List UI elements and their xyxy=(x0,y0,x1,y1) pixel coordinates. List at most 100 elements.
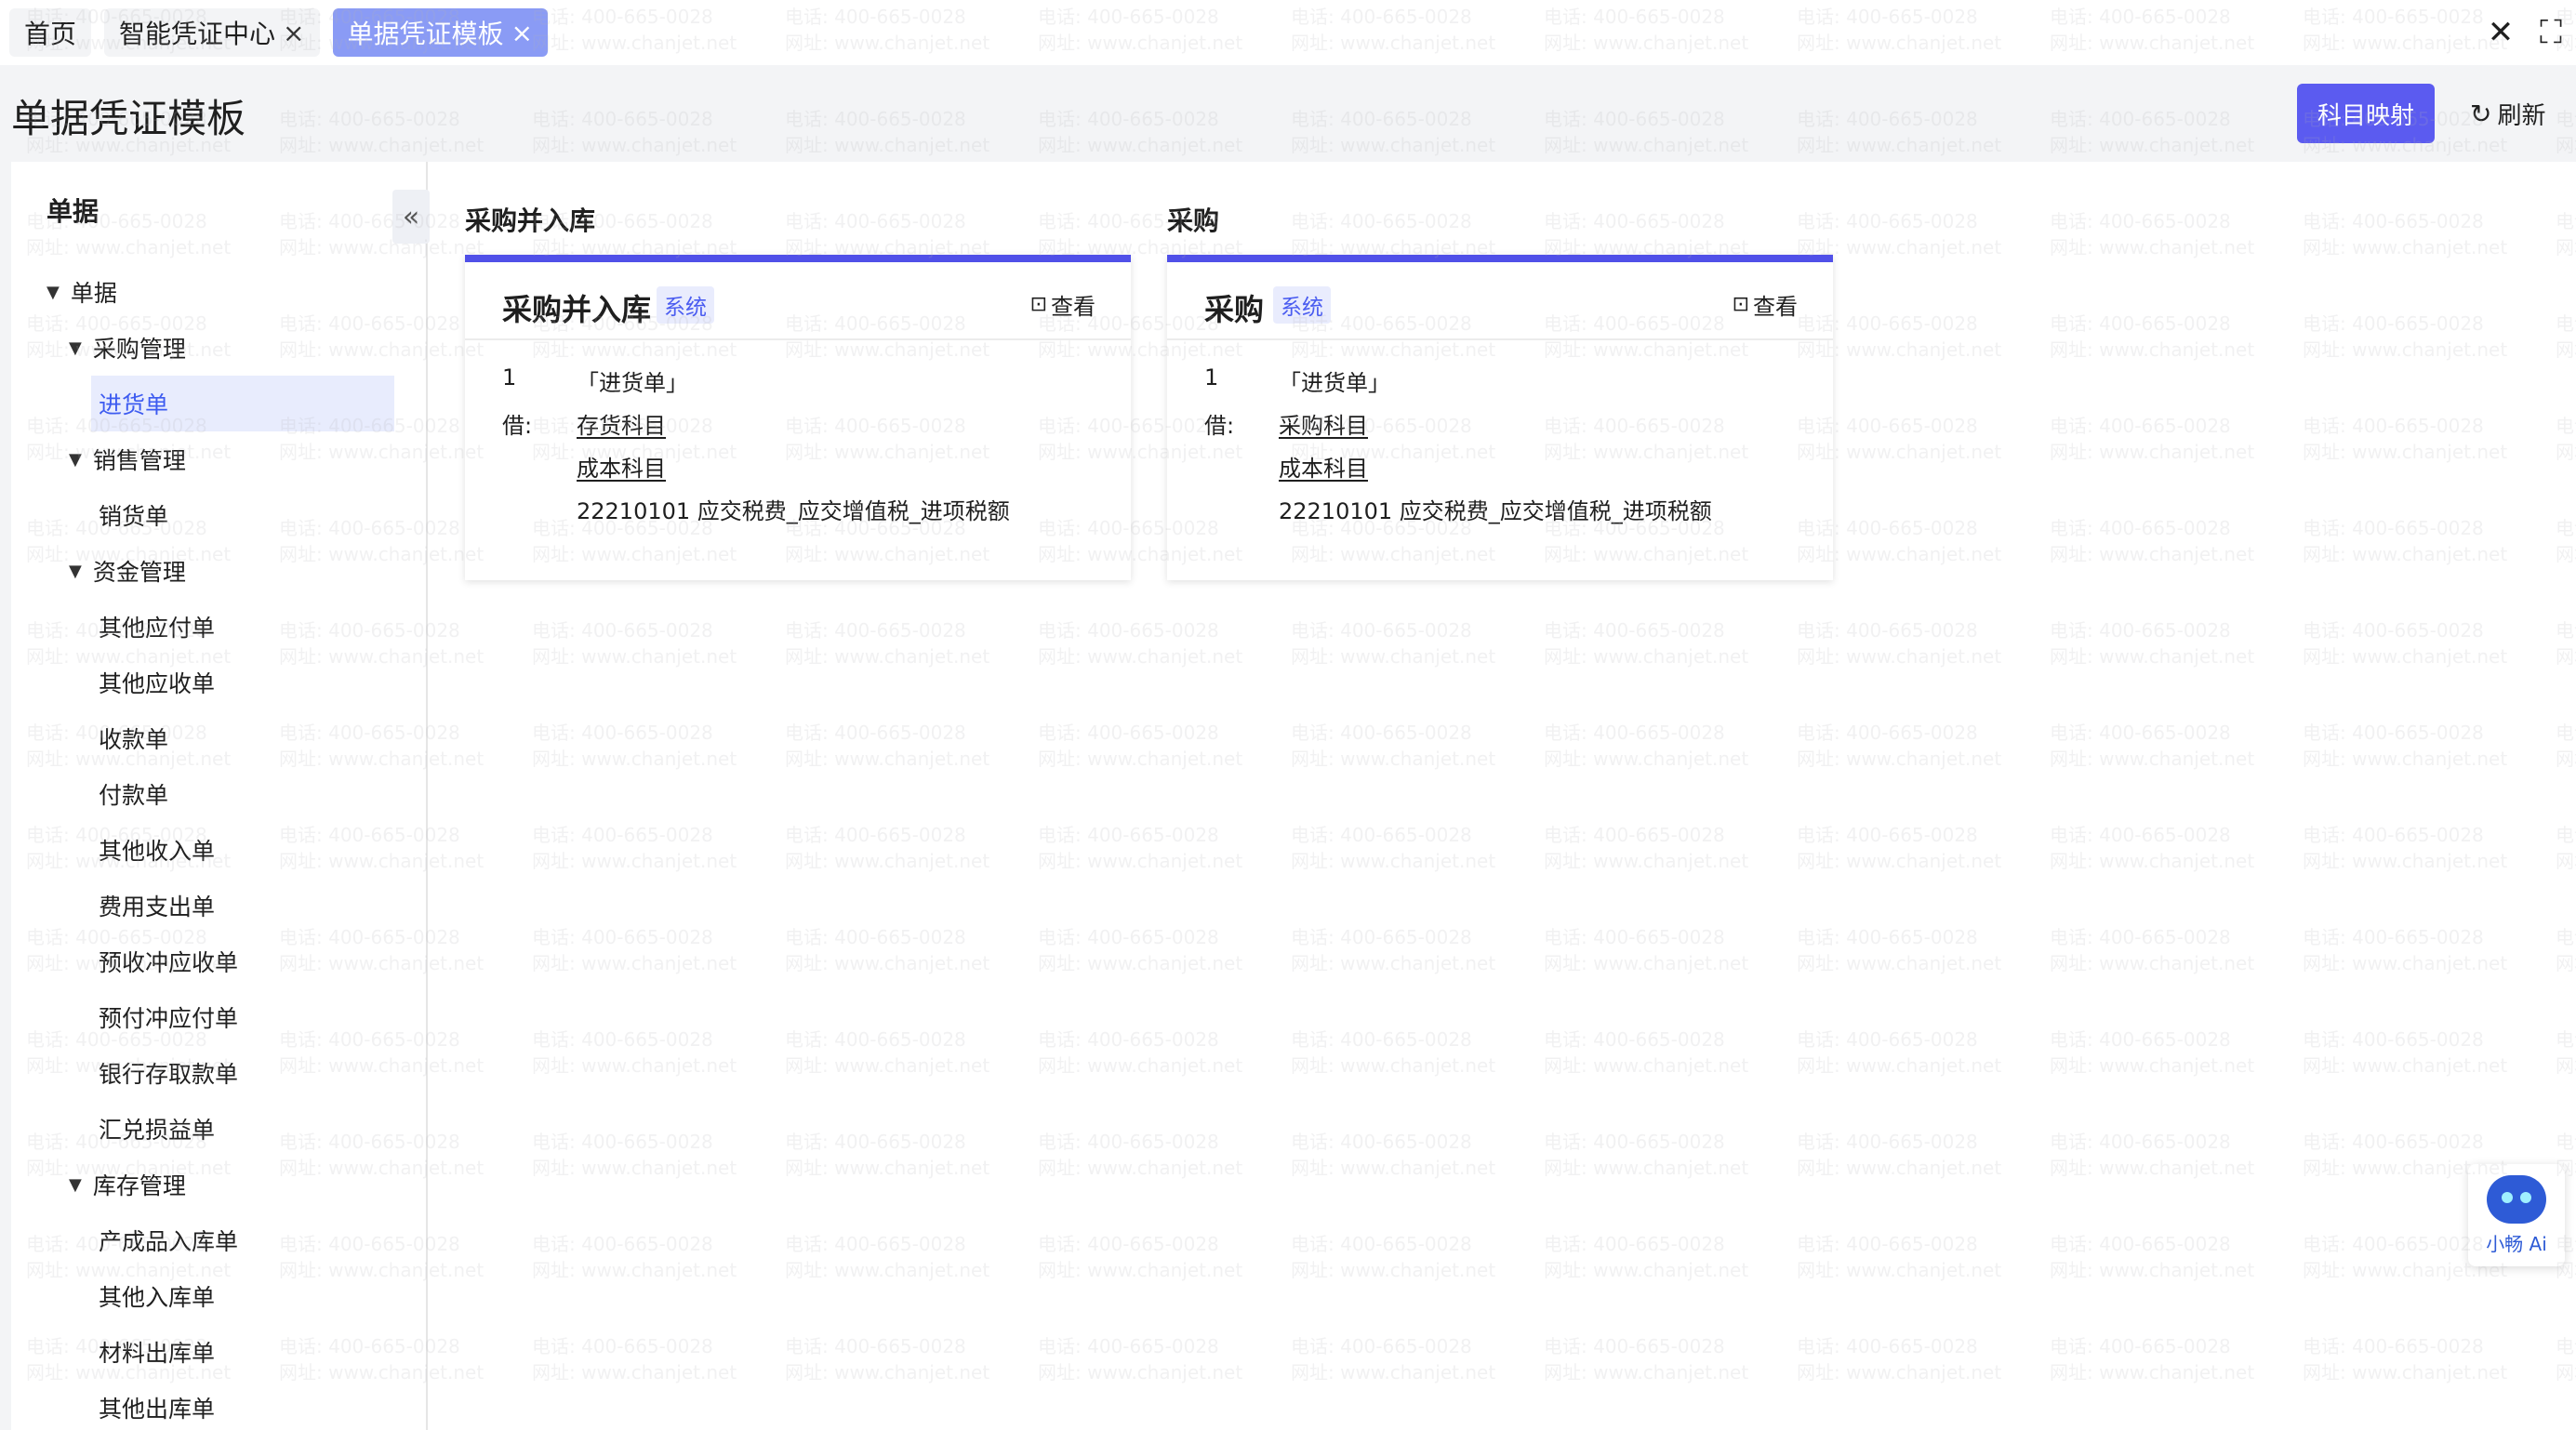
system-badge: 系统 xyxy=(1273,286,1331,324)
document-name: 「进货单」 xyxy=(577,370,688,396)
sidebar-item-label: 资金管理 xyxy=(92,559,186,586)
caret-down-icon[interactable]: ▼ xyxy=(69,1175,82,1195)
system-badge: 系统 xyxy=(657,286,714,324)
page-title: 单据凭证模板 xyxy=(11,96,246,141)
sidebar-item[interactable]: 预付冲应付单 xyxy=(99,989,238,1045)
tab-label: 首页 xyxy=(24,19,77,49)
sidebar-item[interactable]: 收款单 xyxy=(99,710,168,766)
caret-down-icon[interactable]: ▼ xyxy=(69,562,82,581)
page-header: 单据凭证模板 科目映射 ↻ 刷新 xyxy=(0,65,2576,162)
tax-account-line: 22210101 应交税费_应交增值税_进项税额 xyxy=(1279,498,1712,524)
sidebar-item[interactable]: 银行存取款单 xyxy=(99,1045,238,1101)
sidebar-item-label: 库存管理 xyxy=(92,1172,186,1199)
sidebar-item[interactable]: 其他应付单 xyxy=(99,599,215,655)
sidebar-item-label: 预收冲应收单 xyxy=(99,949,239,976)
row-number: 1 xyxy=(502,364,517,391)
window-controls: ✕ ⛶ xyxy=(2476,0,2576,65)
debit-label: 借: xyxy=(1204,413,1235,439)
tax-account-line: 22210101 应交税费_应交增值税_进项税额 xyxy=(577,498,1010,524)
sidebar-item-label: 单据 xyxy=(70,280,117,307)
double-chevron-left-icon[interactable]: « xyxy=(392,190,430,244)
sidebar-item-label: 其他应收单 xyxy=(99,670,216,697)
row-number: 1 xyxy=(1204,364,1219,391)
view-label: 查看 xyxy=(1753,294,1798,320)
tab-label: 智能凭证中心 xyxy=(119,19,276,49)
sidebar-item[interactable]: 其他收入单 xyxy=(99,822,215,878)
group-title: 采购并入库 xyxy=(465,205,596,236)
account-link[interactable]: 成本科目 xyxy=(577,450,666,483)
sidebar-item[interactable]: ▼ 销售管理 xyxy=(69,431,186,487)
sidebar-item[interactable]: ▼ 资金管理 xyxy=(69,543,186,599)
sidebar-item-label: 进货单 xyxy=(99,391,169,418)
refresh-button[interactable]: ↻ 刷新 xyxy=(2470,84,2545,143)
sidebar-item-label: 销货单 xyxy=(99,503,169,530)
robot-icon xyxy=(2487,1174,2546,1224)
voucher-template-card[interactable]: 采购并入库 系统 ⊡ 查看 1 「进货单」 借: 存货科目 成本科目 22210… xyxy=(465,255,1131,580)
sidebar-item-label: 其他入库单 xyxy=(99,1284,216,1311)
ai-assistant-button[interactable]: 小畅 Ai xyxy=(2468,1164,2565,1266)
tab-smart-voucher-center[interactable]: 智能凭证中心 × xyxy=(104,8,320,57)
caret-down-icon[interactable]: ▼ xyxy=(69,450,82,470)
sidebar-item-label: 费用支出单 xyxy=(99,894,216,920)
view-icon: ⊡ xyxy=(1732,293,1749,316)
document-name: 「进货单」 xyxy=(1279,370,1390,396)
sidebar-item[interactable]: 汇兑损益单 xyxy=(99,1101,215,1157)
refresh-label: 刷新 xyxy=(2497,101,2546,130)
sidebar-item[interactable]: 其他入库单 xyxy=(99,1268,215,1324)
card-title: 采购并入库 xyxy=(502,292,652,327)
account-mapping-button[interactable]: 科目映射 xyxy=(2297,84,2435,143)
sidebar-item-label: 材料出库单 xyxy=(99,1340,216,1367)
expand-icon[interactable]: ⛶ xyxy=(2526,7,2576,58)
close-icon[interactable]: × xyxy=(511,18,533,48)
sidebar-item[interactable]: 费用支出单 xyxy=(99,878,215,933)
tab-document-voucher-template[interactable]: 单据凭证模板 × xyxy=(332,8,548,57)
sidebar-item-label: 收款单 xyxy=(99,726,169,753)
view-button[interactable]: ⊡ 查看 xyxy=(1733,288,1798,321)
sidebar-item[interactable]: 销货单 xyxy=(99,487,168,543)
view-icon: ⊡ xyxy=(1029,293,1047,316)
sidebar-item-label: 其他应付单 xyxy=(99,615,216,642)
account-link[interactable]: 存货科目 xyxy=(577,407,666,440)
card-title: 采购 xyxy=(1204,292,1265,327)
group-title: 采购 xyxy=(1167,205,1220,236)
sidebar-item[interactable]: 付款单 xyxy=(99,766,168,822)
refresh-icon: ↻ xyxy=(2470,98,2492,129)
close-icon[interactable]: ✕ xyxy=(2476,7,2526,58)
sidebar-heading: 单据 xyxy=(46,196,100,227)
sidebar-item[interactable]: 材料出库单 xyxy=(99,1324,215,1380)
tab-label: 单据凭证模板 xyxy=(347,19,504,49)
sidebar-item[interactable]: 进货单 xyxy=(91,376,394,431)
close-icon[interactable]: × xyxy=(283,18,304,48)
sidebar-item-label: 其他收入单 xyxy=(99,838,216,865)
sidebar-item[interactable]: ▼ 库存管理 xyxy=(69,1157,186,1212)
tab-home[interactable]: 首页 xyxy=(9,8,92,57)
sidebar-item-label: 银行存取款单 xyxy=(99,1061,239,1088)
sidebar-item[interactable]: 其他出库单 xyxy=(99,1380,215,1430)
sidebar-item[interactable]: ▼ 采购管理 xyxy=(69,320,186,376)
sidebar-item-label: 产成品入库单 xyxy=(99,1228,239,1255)
sidebar-item-label: 付款单 xyxy=(99,782,169,809)
sidebar-item[interactable]: ▼ 单据 xyxy=(46,264,117,320)
sidebar-item[interactable]: 产成品入库单 xyxy=(99,1212,238,1268)
voucher-template-card[interactable]: 采购 系统 ⊡ 查看 1 「进货单」 借: 采购科目 成本科目 22210101… xyxy=(1167,255,1833,580)
card-header: 采购 系统 ⊡ 查看 xyxy=(1167,262,1833,340)
view-button[interactable]: ⊡ 查看 xyxy=(1030,288,1095,321)
tab-bar: 首页 智能凭证中心 × 单据凭证模板 × ✕ ⛶ xyxy=(0,0,2576,65)
sidebar-item[interactable]: 预收冲应收单 xyxy=(99,933,238,989)
sidebar-item[interactable]: 其他应收单 xyxy=(99,655,215,710)
sidebar-item-label: 销售管理 xyxy=(92,447,186,474)
debit-label: 借: xyxy=(502,413,533,439)
account-link[interactable]: 采购科目 xyxy=(1279,407,1368,440)
account-link[interactable]: 成本科目 xyxy=(1279,450,1368,483)
sidebar-item-label: 其他出库单 xyxy=(99,1396,216,1423)
ai-assistant-label: 小畅 Ai xyxy=(2486,1232,2547,1255)
main-panel: 单据 « ▼ 单据 ▼ 采购管理进货单 ▼ 销售管理销货单 ▼ 资金管理其他应付单其他应收单收… xyxy=(11,162,2576,1430)
caret-down-icon[interactable]: ▼ xyxy=(46,283,60,302)
view-label: 查看 xyxy=(1051,294,1095,320)
sidebar-item-label: 汇兑损益单 xyxy=(99,1117,216,1144)
caret-down-icon[interactable]: ▼ xyxy=(69,338,82,358)
sidebar-item-label: 采购管理 xyxy=(92,336,186,363)
card-header: 采购并入库 系统 ⊡ 查看 xyxy=(465,262,1131,340)
sidebar-item-label: 预付冲应付单 xyxy=(99,1005,239,1032)
sidebar: 单据 « ▼ 单据 ▼ 采购管理进货单 ▼ 销售管理销货单 ▼ 资金管理其他应付单其他应收单收… xyxy=(11,162,430,1430)
